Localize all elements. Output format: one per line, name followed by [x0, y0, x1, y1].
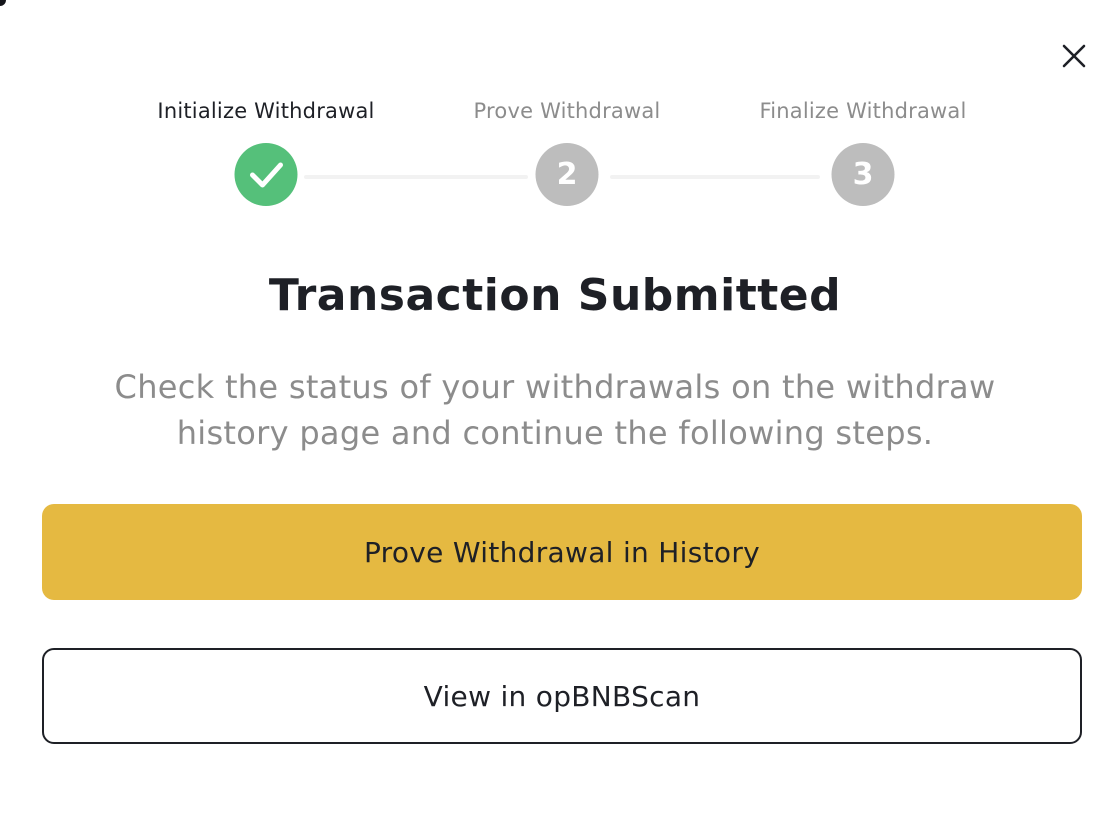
step-label-initialize: Initialize Withdrawal [157, 99, 375, 123]
step-connector-2 [610, 175, 820, 179]
step-connector-1 [304, 175, 528, 179]
step-label-finalize: Finalize Withdrawal [759, 99, 967, 123]
prove-withdrawal-in-history-button[interactable]: Prove Withdrawal in History [42, 504, 1082, 600]
close-button[interactable] [1058, 40, 1090, 72]
step-2-indicator: 2 [535, 143, 599, 206]
dialog-title: Transaction Submitted [268, 270, 842, 321]
withdrawal-status-dialog: Initialize Withdrawal Prove Withdrawal F… [0, 0, 1110, 834]
view-in-opbnbscan-button[interactable]: View in opBNBScan [42, 648, 1082, 744]
step-2-number: 2 [556, 156, 578, 192]
close-icon [1062, 44, 1086, 68]
step-1-complete-indicator [234, 143, 298, 206]
dialog-description: Check the status of your withdrawals on … [114, 368, 996, 452]
check-icon [249, 162, 283, 187]
step-3-number: 3 [852, 156, 874, 192]
step-label-prove: Prove Withdrawal [473, 99, 661, 123]
step-3-indicator: 3 [831, 143, 895, 206]
corner-mark [0, 0, 6, 6]
